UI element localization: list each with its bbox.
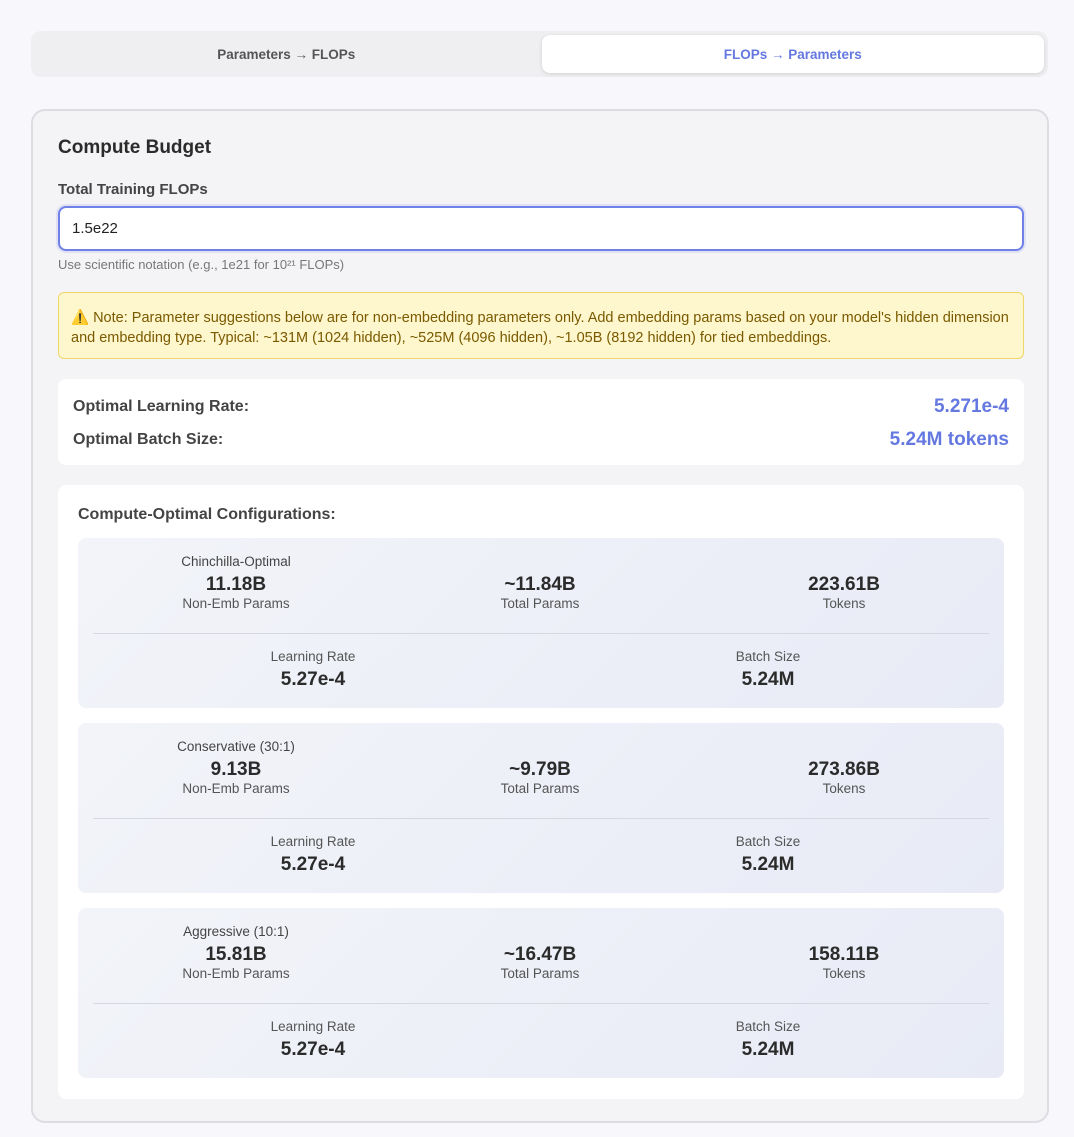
tokens-label: Tokens xyxy=(822,781,866,796)
total-metric: ~16.47B Total Params xyxy=(420,944,660,982)
bs-row: Optimal Batch Size: 5.24M tokens xyxy=(73,426,1009,454)
config-name: Chinchilla-Optimal xyxy=(181,554,291,569)
configurations-panel: Compute-Optimal Configurations: Chinchil… xyxy=(58,485,1024,1099)
tokens-value: 223.61B xyxy=(808,574,880,595)
optimal-lr-value: 5.271e-4 xyxy=(933,396,1009,417)
non-emb-value: 11.18B xyxy=(205,574,267,595)
configurations-title: Compute-Optimal Configurations: xyxy=(78,506,336,523)
lr-metric: Learning Rate 5.27e-4 xyxy=(193,1019,433,1061)
tokens-value: 273.86B xyxy=(808,759,880,780)
bs-value: 5.24M xyxy=(741,854,795,875)
lr-row: Optimal Learning Rate: 5.271e-4 xyxy=(73,393,1009,421)
lr-label: Learning Rate xyxy=(270,649,356,664)
bs-value: 5.24M xyxy=(741,669,795,690)
tokens-metric: 273.86B Tokens xyxy=(724,759,964,797)
config-name: Conservative (30:1) xyxy=(177,739,295,754)
bs-value: 5.24M xyxy=(741,1039,795,1060)
lr-value: 5.27e-4 xyxy=(280,1039,346,1060)
bs-metric: Batch Size 5.24M xyxy=(648,834,888,876)
tokens-value: 158.11B xyxy=(808,944,880,965)
lr-value: 5.27e-4 xyxy=(280,854,346,875)
total-label: Total Params xyxy=(500,966,580,981)
total-value: ~9.79B xyxy=(509,759,571,780)
config-card: Conservative (30:1) 9.13B Non-Emb Params… xyxy=(78,723,1004,893)
flops-input[interactable] xyxy=(58,206,1024,251)
non-emb-label: Non-Emb Params xyxy=(182,966,290,981)
non-emb-metric: 9.13B Non-Emb Params xyxy=(116,759,356,797)
config-card: Aggressive (10:1) 15.81B Non-Emb Params … xyxy=(78,908,1004,1078)
flops-hint: Use scientific notation (e.g., 1e21 for … xyxy=(58,257,345,272)
non-emb-metric: 15.81B Non-Emb Params xyxy=(116,944,356,982)
divider xyxy=(93,633,989,634)
lr-label: Learning Rate xyxy=(270,834,356,849)
lr-metric: Learning Rate 5.27e-4 xyxy=(193,834,433,876)
bs-label: Batch Size xyxy=(735,834,801,849)
tokens-metric: 158.11B Tokens xyxy=(724,944,964,982)
total-value: ~16.47B xyxy=(503,944,577,965)
non-emb-value: 15.81B xyxy=(205,944,267,965)
tokens-label: Tokens xyxy=(822,596,866,611)
bs-label: Batch Size xyxy=(735,649,801,664)
total-metric: ~9.79B Total Params xyxy=(420,759,660,797)
divider xyxy=(93,818,989,819)
tab-parameters-to-flops[interactable]: Parameters → FLOPs xyxy=(35,35,538,73)
optimal-bs-value: 5.24M tokens xyxy=(889,429,1009,450)
lr-value: 5.27e-4 xyxy=(280,669,346,690)
embedding-note: ⚠️ Note: Parameter suggestions below are… xyxy=(58,292,1024,359)
lr-label: Learning Rate xyxy=(270,1019,356,1034)
tab-flops-to-parameters[interactable]: FLOPs → Parameters xyxy=(541,35,1044,73)
tokens-label: Tokens xyxy=(822,966,866,981)
non-emb-metric: 11.18B Non-Emb Params xyxy=(116,574,356,612)
total-metric: ~11.84B Total Params xyxy=(420,574,660,612)
optimal-bs-label: Optimal Batch Size: xyxy=(73,431,224,448)
section-title: Compute Budget xyxy=(58,137,212,158)
total-value: ~11.84B xyxy=(504,574,576,595)
config-card: Chinchilla-Optimal 11.18B Non-Emb Params… xyxy=(78,538,1004,708)
non-emb-label: Non-Emb Params xyxy=(182,596,290,611)
mode-tabs: Parameters → FLOPs FLOPs → Parameters xyxy=(31,31,1048,77)
tokens-metric: 223.61B Tokens xyxy=(724,574,964,612)
flops-label: Total Training FLOPs xyxy=(58,181,208,198)
total-label: Total Params xyxy=(500,596,580,611)
bs-metric: Batch Size 5.24M xyxy=(648,649,888,691)
non-emb-value: 9.13B xyxy=(210,759,262,780)
optimal-summary: Optimal Learning Rate: 5.271e-4 Optimal … xyxy=(58,379,1024,465)
non-emb-label: Non-Emb Params xyxy=(182,781,290,796)
compute-budget-card: Compute Budget Total Training FLOPs Use … xyxy=(31,109,1049,1123)
bs-metric: Batch Size 5.24M xyxy=(648,1019,888,1061)
optimal-lr-label: Optimal Learning Rate: xyxy=(73,398,250,415)
bs-label: Batch Size xyxy=(735,1019,801,1034)
config-name: Aggressive (10:1) xyxy=(183,924,289,939)
divider xyxy=(93,1003,989,1004)
total-label: Total Params xyxy=(500,781,580,796)
lr-metric: Learning Rate 5.27e-4 xyxy=(193,649,433,691)
